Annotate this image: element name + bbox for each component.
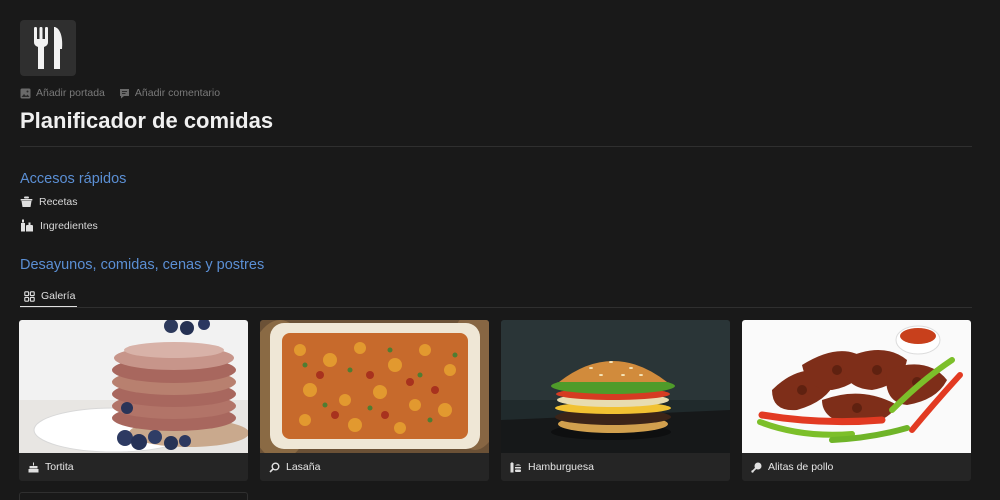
card-footer: Alitas de pollo	[742, 453, 971, 481]
card-title: Alitas de pollo	[768, 461, 834, 473]
gallery-card[interactable]: Alitas de pollo	[742, 320, 971, 481]
drumstick-icon	[751, 462, 762, 473]
comment-icon	[119, 88, 129, 98]
fork-knife-icon	[33, 27, 63, 69]
page-icon[interactable]	[20, 20, 76, 76]
card-cover-image	[501, 320, 730, 453]
meals-gallery: Tortita Lasaña Hamburguesa Alitas de pol…	[19, 320, 971, 481]
link-ingredientes[interactable]: Ingredientes	[20, 219, 98, 232]
card-footer: Tortita	[19, 453, 248, 481]
card-title: Tortita	[45, 461, 74, 473]
gallery-grid-icon	[24, 290, 35, 302]
card-cover-image	[260, 320, 489, 453]
meals-heading: Desayunos, comidas, cenas y postres	[20, 257, 265, 273]
link-recetas[interactable]: Recetas	[20, 196, 78, 208]
card-title: Hamburguesa	[528, 461, 594, 473]
view-divider	[20, 307, 972, 308]
link-recetas-label: Recetas	[39, 196, 78, 208]
card-cover-image	[742, 320, 971, 453]
gallery-card[interactable]: Hamburguesa	[501, 320, 730, 481]
tab-gallery[interactable]: Galería	[20, 286, 79, 306]
burger-icon	[510, 461, 521, 472]
add-comment-label: Añadir comentario	[134, 87, 221, 99]
page-meta-actions: Añadir portada Añadir comentario	[20, 87, 220, 99]
bottles-icon	[21, 219, 33, 232]
card-title: Lasaña	[286, 461, 321, 473]
magnifier-icon	[269, 462, 280, 473]
add-comment-button[interactable]: Añadir comentario	[119, 87, 220, 99]
tab-gallery-label: Galería	[41, 290, 76, 302]
add-cover-button[interactable]: Añadir portada	[20, 87, 105, 99]
quick-access-heading: Accesos rápidos	[20, 171, 127, 187]
card-cover-image	[19, 320, 248, 453]
image-icon	[20, 88, 31, 98]
cake-icon	[28, 462, 39, 472]
title-divider	[20, 146, 972, 147]
gallery-card[interactable]: Tortita	[19, 320, 248, 481]
add-cover-label: Añadir portada	[36, 87, 105, 99]
gallery-card[interactable]: Lasaña	[260, 320, 489, 481]
pot-icon	[20, 196, 33, 207]
card-footer: Lasaña	[260, 453, 489, 481]
link-ingredientes-label: Ingredientes	[40, 219, 98, 232]
page-title[interactable]: Planificador de comidas	[20, 108, 273, 134]
card-footer: Hamburguesa	[501, 453, 730, 481]
gallery-card-partial[interactable]	[19, 492, 248, 500]
